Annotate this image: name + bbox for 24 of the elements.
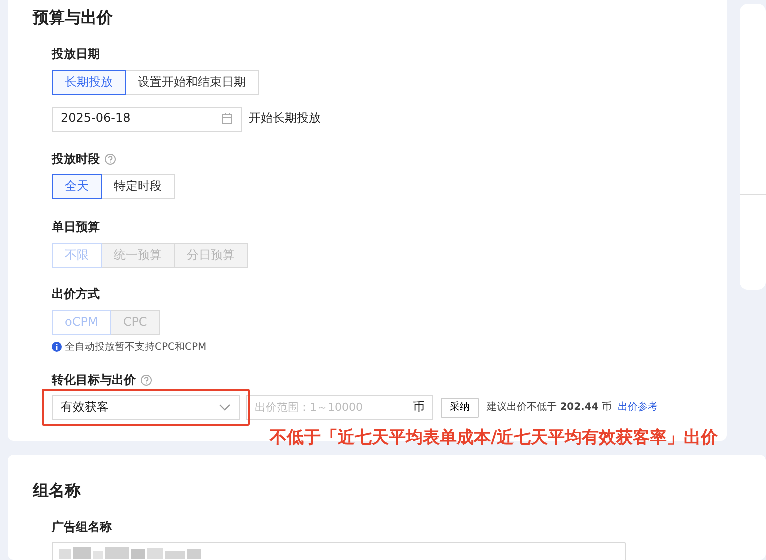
field-label: 投放时段 — [52, 152, 100, 168]
segment-option[interactable]: 全天 — [52, 174, 102, 200]
field-label: 投放日期 — [52, 47, 100, 63]
segment-option[interactable]: 长期投放 — [52, 70, 126, 95]
currency-unit: 币 — [413, 400, 425, 416]
segment-option[interactable]: 设置开始和结束日期 — [125, 70, 259, 95]
annotation-text: 不低于「近七天平均表单成本/近七天平均有效获客率」出价 — [270, 428, 718, 448]
field-label: 单日预算 — [52, 220, 100, 236]
date-note: 开始长期投放 — [249, 111, 321, 128]
goal-select[interactable]: 有效获客 — [52, 395, 240, 420]
bid-suggestion: 建议出价不低于 202.44 币 — [487, 401, 612, 414]
field-label: 出价方式 — [52, 286, 100, 303]
chevron-down-icon — [219, 404, 231, 412]
date-field[interactable]: 2025-06-18 — [52, 106, 242, 132]
field-label: 广告组名称 — [52, 520, 112, 536]
info-icon — [52, 342, 62, 352]
section-title: 组名称 — [33, 481, 82, 500]
adopt-button[interactable]: 采纳 — [441, 398, 479, 418]
field-label: 转化目标与出价 — [52, 372, 136, 388]
segment-option[interactable]: 特定时段 — [101, 174, 175, 200]
info-text: 全自动投放暂不支持CPC和CPM — [65, 340, 207, 354]
section-title: 预算与出价 — [33, 8, 114, 28]
calendar-icon — [222, 113, 233, 126]
bid-reference-link[interactable]: 出价参考 — [618, 401, 658, 414]
